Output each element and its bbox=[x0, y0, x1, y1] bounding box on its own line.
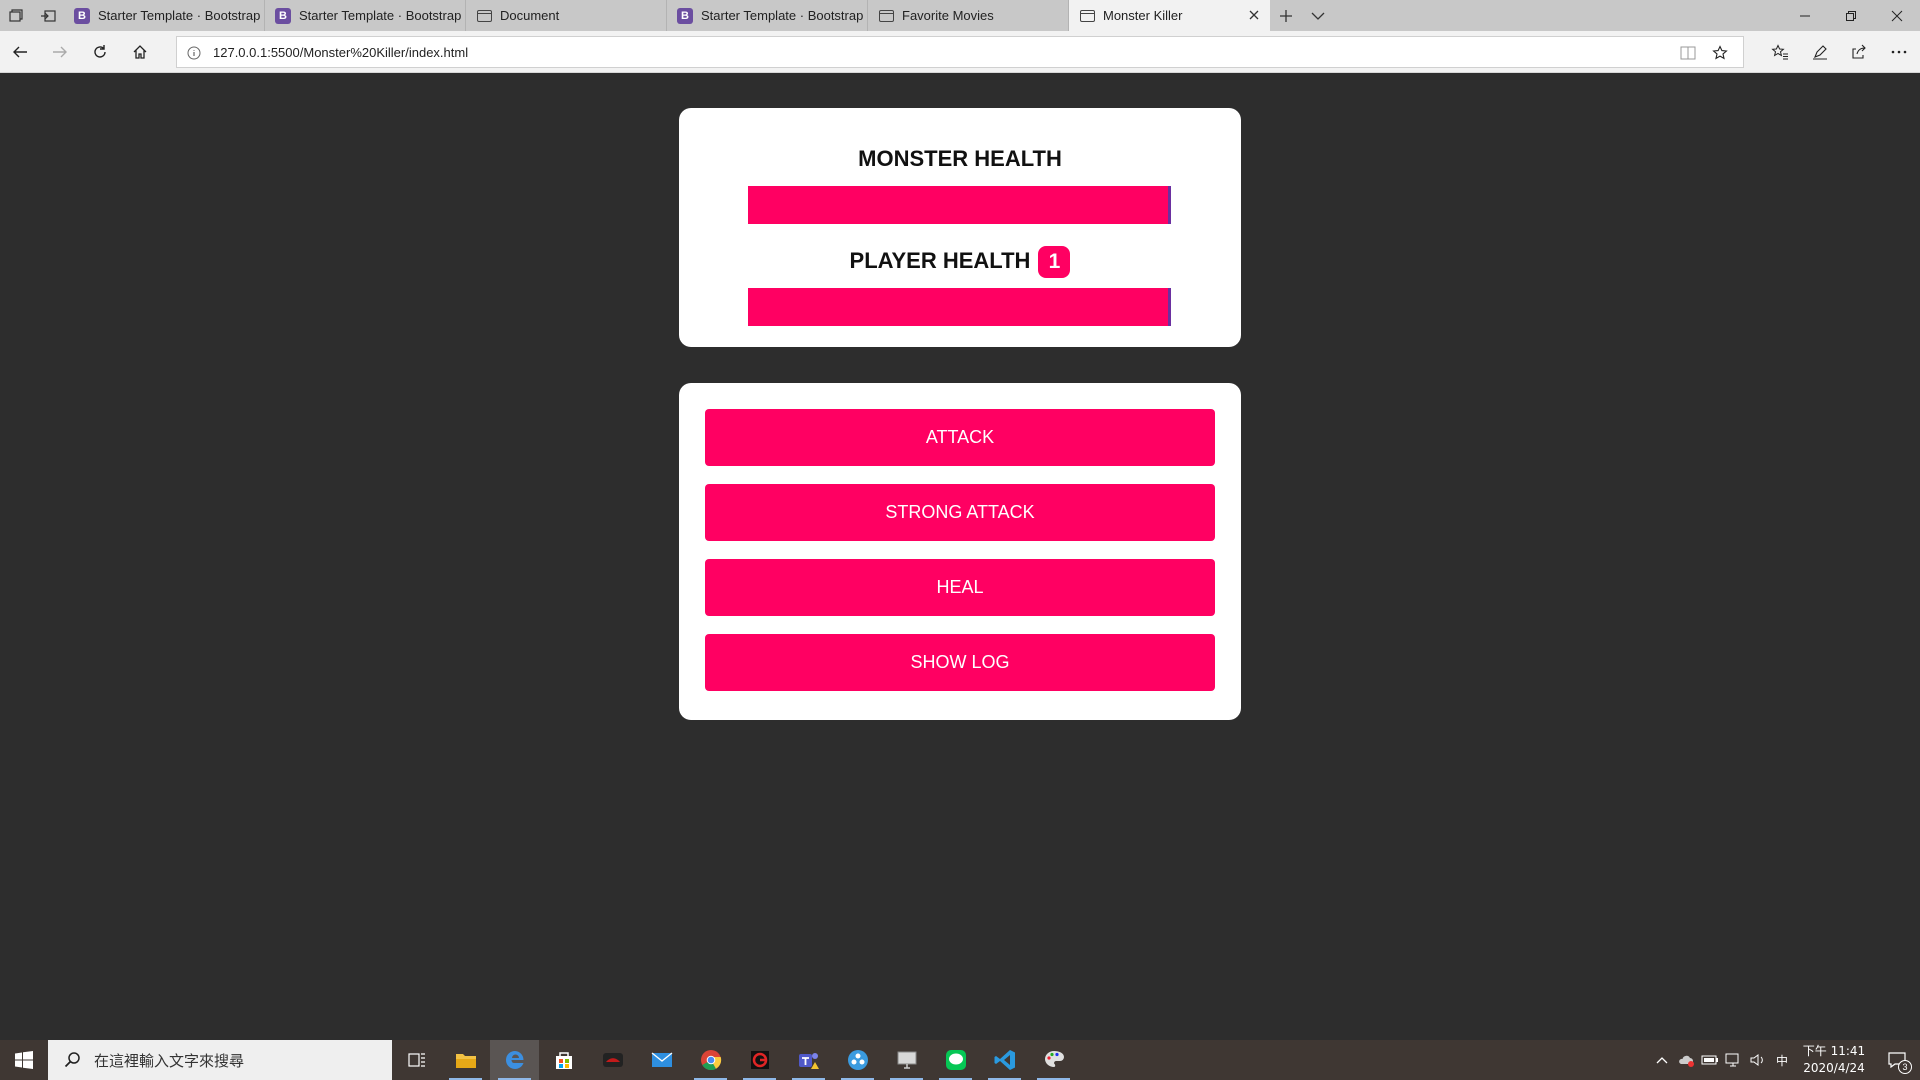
tab-title: Starter Template · Bootstrap bbox=[98, 8, 261, 23]
browser-tab[interactable]: B Starter Template · Bootstrap bbox=[64, 0, 265, 31]
tab-manager-icon[interactable] bbox=[0, 0, 32, 31]
windows-start-icon[interactable] bbox=[0, 1040, 48, 1080]
health-card: MONSTER HEALTH PLAYER HEALTH 1 bbox=[679, 108, 1241, 347]
monster-health-title: MONSTER HEALTH bbox=[858, 146, 1062, 171]
action-center-icon[interactable]: 3 bbox=[1874, 1040, 1920, 1080]
show-hidden-icons-chevron-icon[interactable] bbox=[1650, 1040, 1674, 1080]
taskbar-clock[interactable]: 下午 11:41 2020/4/24 bbox=[1794, 1043, 1874, 1077]
racing-game-icon[interactable] bbox=[588, 1040, 637, 1080]
teams-icon[interactable] bbox=[784, 1040, 833, 1080]
restore-icon[interactable] bbox=[1828, 0, 1874, 31]
garena-icon[interactable] bbox=[735, 1040, 784, 1080]
chrome-icon[interactable] bbox=[686, 1040, 735, 1080]
search-icon bbox=[64, 1052, 80, 1068]
monster-health-bar bbox=[748, 186, 1171, 224]
address-bar[interactable]: 127.0.0.1:5500/Monster%20Killer/index.ht… bbox=[176, 36, 1744, 68]
close-tab-icon[interactable] bbox=[1246, 7, 1262, 23]
tab-title: Monster Killer bbox=[1103, 8, 1183, 23]
tab-title: Favorite Movies bbox=[902, 8, 994, 23]
home-icon[interactable] bbox=[128, 40, 152, 64]
browser-tab[interactable]: Favorite Movies bbox=[868, 0, 1069, 31]
vscode-icon[interactable] bbox=[980, 1040, 1029, 1080]
site-info-icon[interactable] bbox=[187, 46, 201, 60]
battery-icon[interactable] bbox=[1698, 1040, 1722, 1080]
page-icon bbox=[476, 8, 492, 24]
file-explorer-icon[interactable] bbox=[441, 1040, 490, 1080]
controls-card: ATTACK STRONG ATTACK HEAL SHOW LOG bbox=[679, 383, 1241, 720]
onedrive-error-icon[interactable] bbox=[1674, 1040, 1698, 1080]
bonus-life-badge: 1 bbox=[1038, 246, 1071, 278]
bootstrap-icon: B bbox=[74, 7, 90, 24]
player-health-title: PLAYER HEALTH 1 bbox=[679, 246, 1241, 278]
reading-view-icon[interactable] bbox=[1679, 44, 1697, 62]
clock-date: 2020/4/24 bbox=[1803, 1061, 1865, 1075]
taskbar-search-box[interactable]: 在這裡輸入文字來搜尋 bbox=[48, 1040, 392, 1080]
store-icon[interactable] bbox=[539, 1040, 588, 1080]
attack-button[interactable]: ATTACK bbox=[705, 409, 1215, 466]
browser-tab[interactable]: B Starter Template · Bootstrap bbox=[265, 0, 466, 31]
favorite-star-icon[interactable] bbox=[1711, 44, 1729, 62]
volume-icon[interactable] bbox=[1746, 1040, 1770, 1080]
page-icon bbox=[1079, 8, 1095, 24]
back-arrow-icon[interactable] bbox=[8, 40, 32, 64]
remote-desktop-icon[interactable] bbox=[882, 1040, 931, 1080]
windows-taskbar: 在這裡輸入文字來搜尋 中 下午 11:41 2020/4/24 3 bbox=[0, 1040, 1920, 1080]
system-tray: 中 下午 11:41 2020/4/24 3 bbox=[1650, 1040, 1920, 1080]
browser-tab[interactable]: B Starter Template · Bootstrap bbox=[667, 0, 868, 31]
more-options-icon[interactable] bbox=[1887, 40, 1911, 64]
edge-browser-icon[interactable] bbox=[490, 1040, 539, 1080]
minimize-icon[interactable] bbox=[1782, 0, 1828, 31]
browser-tab-strip: B Starter Template · Bootstrap B Starter… bbox=[0, 0, 1920, 31]
player-health-bar bbox=[748, 288, 1171, 326]
clock-time: 下午 11:41 bbox=[1802, 1044, 1866, 1058]
close-window-icon[interactable] bbox=[1874, 0, 1920, 31]
strong-attack-button[interactable]: STRONG ATTACK bbox=[705, 484, 1215, 541]
task-view-icon[interactable] bbox=[392, 1040, 441, 1080]
heal-button[interactable]: HEAL bbox=[705, 559, 1215, 616]
network-icon[interactable] bbox=[1722, 1040, 1746, 1080]
share-icon[interactable] bbox=[1847, 40, 1871, 64]
show-log-button[interactable]: SHOW LOG bbox=[705, 634, 1215, 691]
forward-arrow-icon[interactable] bbox=[48, 40, 72, 64]
favorites-hub-icon[interactable] bbox=[1768, 40, 1792, 64]
player-health-label: PLAYER HEALTH bbox=[849, 247, 1031, 273]
new-tab-icon[interactable] bbox=[1270, 0, 1302, 31]
refresh-icon[interactable] bbox=[88, 40, 112, 64]
set-tabs-aside-icon[interactable] bbox=[32, 0, 64, 31]
paint-app-icon[interactable] bbox=[1029, 1040, 1078, 1080]
url-text[interactable]: 127.0.0.1:5500/Monster%20Killer/index.ht… bbox=[213, 45, 468, 60]
tab-title: Starter Template · Bootstrap bbox=[701, 8, 864, 23]
browser-toolbar: 127.0.0.1:5500/Monster%20Killer/index.ht… bbox=[0, 31, 1920, 73]
browser-tab-active[interactable]: Monster Killer bbox=[1069, 0, 1270, 31]
tab-title: Document bbox=[500, 8, 560, 23]
line-icon[interactable] bbox=[931, 1040, 980, 1080]
mail-icon[interactable] bbox=[637, 1040, 686, 1080]
input-method-indicator[interactable]: 中 bbox=[1770, 1040, 1794, 1080]
bootstrap-icon: B bbox=[677, 7, 693, 24]
page-content: MONSTER HEALTH PLAYER HEALTH 1 ATTACK STR… bbox=[0, 73, 1920, 1040]
notification-count: 3 bbox=[1898, 1060, 1912, 1074]
page-icon bbox=[878, 8, 894, 24]
photo-app-icon[interactable] bbox=[833, 1040, 882, 1080]
browser-tab[interactable]: Document bbox=[466, 0, 667, 31]
tab-preview-chevron-icon[interactable] bbox=[1302, 0, 1334, 31]
tab-title: Starter Template · Bootstrap bbox=[299, 8, 462, 23]
search-placeholder: 在這裡輸入文字來搜尋 bbox=[94, 1051, 245, 1070]
add-notes-pen-icon[interactable] bbox=[1808, 40, 1832, 64]
bootstrap-icon: B bbox=[275, 7, 291, 24]
